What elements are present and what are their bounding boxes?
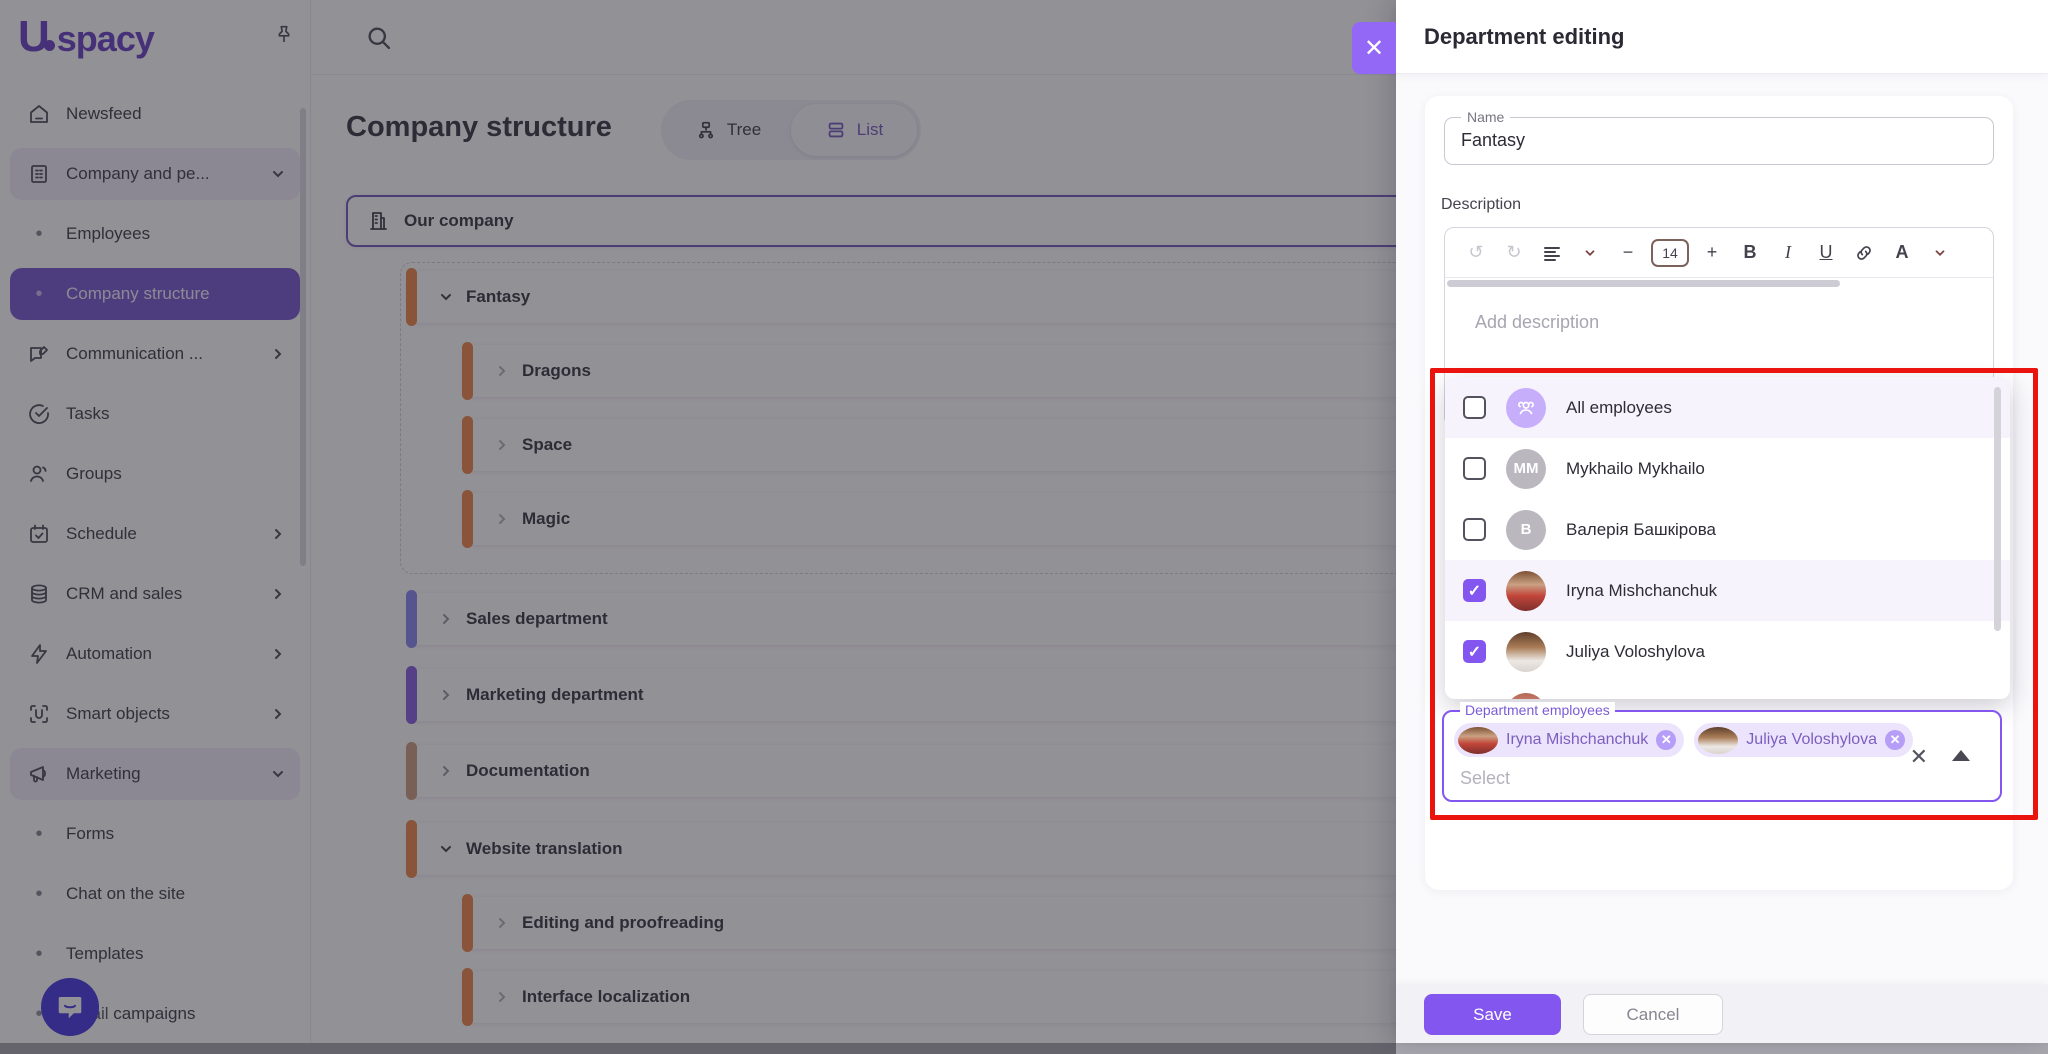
chip-remove-icon[interactable]: ✕ [1885,730,1905,750]
name-field[interactable]: Name Fantasy [1444,117,1994,165]
font-size-decrease-button[interactable]: − [1611,236,1645,270]
chip-avatar [1698,727,1738,754]
align-button[interactable] [1535,236,1569,270]
select-placeholder: Select [1460,768,1510,789]
font-color-chevron-icon[interactable] [1923,236,1957,270]
chip-juliya: Juliya Voloshylova ✕ [1694,723,1913,757]
collapse-caret-icon[interactable] [1952,750,1970,761]
description-placeholder: Add description [1475,312,1599,333]
avatar-photo [1506,632,1546,672]
underline-button[interactable]: U [1809,236,1843,270]
panel-header: Department editing [1396,0,2048,74]
modal-overlay[interactable] [0,0,1396,1054]
close-icon: ✕ [1364,34,1384,63]
avatar-photo [1506,571,1546,611]
employee-dropdown: All employees MM Mykhailo Mykhailo B Вал… [1445,377,2010,699]
chip-name: Juliya Voloshylova [1746,731,1877,749]
selected-chips: Iryna Mishchanchuk ✕ Juliya Voloshylova … [1454,723,1913,757]
all-employees-avatar [1506,388,1546,428]
rich-text-toolbar: ↺ ↻ − 14 + B I U [1445,228,1993,278]
undo-button[interactable]: ↺ [1459,236,1493,270]
employee-name: Iryna Mishchanchuk [1566,581,1717,601]
app-window: Uspacy Newsfeed Company and pe... • Empl… [0,0,2048,1054]
redo-button[interactable]: ↻ [1497,236,1531,270]
employee-option-iryna[interactable]: ✓ Iryna Mishchanchuk [1445,560,2010,621]
employee-name: Juliya Voloshylova [1566,642,1705,662]
dropdown-scrollbar[interactable] [1994,387,2001,631]
font-size-increase-button[interactable]: + [1695,236,1729,270]
employee-name: All employees [1566,398,1672,418]
checkbox-unchecked[interactable] [1463,396,1486,419]
italic-button[interactable]: I [1771,236,1805,270]
chip-name: Iryna Mishchanchuk [1506,731,1648,749]
panel-footer: Save Cancel [1396,985,2048,1043]
bold-button[interactable]: B [1733,236,1767,270]
chip-remove-icon[interactable]: ✕ [1656,730,1676,750]
department-editing-panel: Department editing Name Fantasy Descript… [1396,0,2048,1043]
description-label: Description [1441,196,1521,214]
avatar-initials: MM [1506,449,1546,489]
align-chevron-icon[interactable] [1573,236,1607,270]
name-field-value: Fantasy [1461,130,1525,151]
employee-option-all[interactable]: All employees [1445,377,2010,438]
font-size-value[interactable]: 14 [1651,239,1689,267]
chip-iryna: Iryna Mishchanchuk ✕ [1454,723,1684,757]
department-employees-select[interactable]: Department employees Iryna Mishchanchuk … [1442,710,2002,802]
avatar-initials: B [1506,510,1546,550]
name-field-label: Name [1461,109,1510,125]
toolbar-scrollbar[interactable] [1447,280,1840,287]
checkbox-unchecked[interactable] [1463,457,1486,480]
panel-title: Department editing [1424,24,1624,50]
employee-option-mykhailo[interactable]: MM Mykhailo Mykhailo [1445,438,2010,499]
close-panel-button[interactable]: ✕ [1352,22,1396,74]
select-label: Department employees [1460,702,1615,718]
employee-option-partial[interactable] [1445,682,2010,699]
checkbox-checked[interactable]: ✓ [1463,640,1486,663]
checkbox-checked[interactable]: ✓ [1463,579,1486,602]
employee-name: Валерія Башкірова [1566,520,1716,540]
employee-name: Mykhailo Mykhailo [1566,459,1705,479]
chip-avatar [1458,727,1498,754]
save-button[interactable]: Save [1424,994,1561,1035]
employee-option-juliya[interactable]: ✓ Juliya Voloshylova [1445,621,2010,682]
clear-selection-icon[interactable]: ✕ [1910,744,1928,770]
panel-body: Name Fantasy Description ↺ ↻ − 14 + [1396,74,2048,985]
link-button[interactable] [1847,236,1881,270]
checkbox-unchecked[interactable] [1463,518,1486,541]
avatar-photo [1506,693,1546,700]
employee-option-valeriia[interactable]: B Валерія Башкірова [1445,499,2010,560]
font-color-button[interactable]: A [1885,236,1919,270]
cancel-button[interactable]: Cancel [1583,994,1723,1035]
